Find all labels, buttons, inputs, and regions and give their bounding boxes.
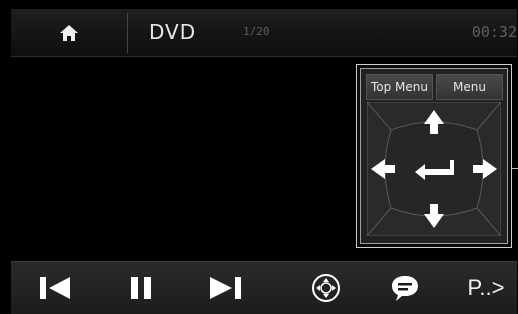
- bottom-bar: P..>: [11, 261, 517, 314]
- dvd-nav-panel: Top Menu Menu: [356, 64, 512, 248]
- next-button[interactable]: [201, 262, 251, 314]
- subtitle-icon: [392, 276, 418, 301]
- page-label: P..>: [467, 275, 505, 300]
- dpad[interactable]: [367, 102, 501, 236]
- dpad-toggle-button[interactable]: [306, 262, 346, 314]
- dvd-screen: DVD 1/20 00:32 Top Menu Menu P..>: [0, 0, 518, 314]
- track-info: 1/20: [243, 25, 270, 38]
- pause-button[interactable]: [119, 262, 163, 314]
- subtitle-button[interactable]: [383, 262, 427, 314]
- dvd-nav-inner: Top Menu Menu: [360, 68, 508, 244]
- top-menu-button[interactable]: Top Menu: [366, 74, 433, 100]
- home-button[interactable]: [11, 9, 127, 56]
- previous-button[interactable]: [33, 262, 77, 314]
- page-next-button[interactable]: P..>: [459, 262, 513, 314]
- dpad-icon: [312, 274, 340, 302]
- top-divider: [127, 13, 128, 53]
- previous-icon: [40, 277, 70, 299]
- clock: 00:32: [471, 23, 517, 41]
- next-icon: [210, 277, 241, 299]
- source-title: DVD: [149, 20, 197, 44]
- menu-button[interactable]: Menu: [436, 74, 503, 100]
- home-icon: [60, 24, 78, 41]
- panel-edge-tick: [511, 168, 518, 169]
- top-bar: DVD 1/20 00:32: [11, 9, 517, 57]
- pause-icon: [131, 277, 151, 299]
